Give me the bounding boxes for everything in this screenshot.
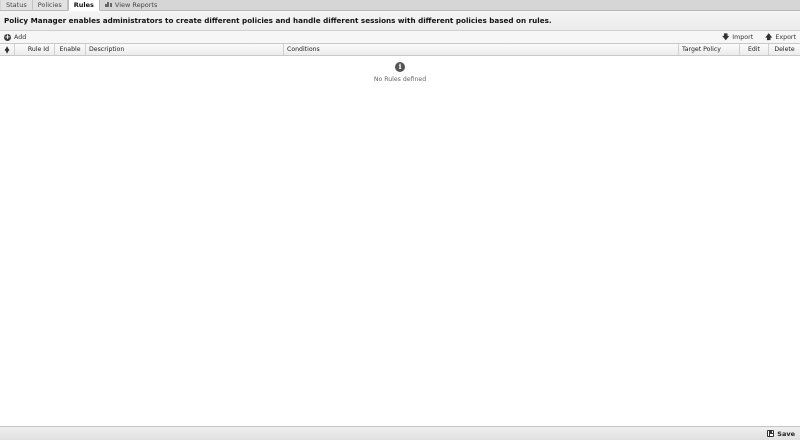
empty-state: i No Rules defined — [0, 62, 800, 83]
tab-status-label: Status — [6, 0, 27, 9]
sort-arrows-icon: ▲ ▼ — [4, 44, 10, 55]
save-button[interactable]: Save — [767, 430, 795, 438]
info-icon: i — [395, 62, 405, 72]
add-circle-icon: + — [4, 32, 11, 41]
floppy-disk-icon — [767, 430, 775, 437]
column-header-label: Rule Id — [27, 46, 49, 53]
column-header-target-policy[interactable]: Target Policy — [679, 44, 740, 55]
column-header-label: Target Policy — [682, 46, 721, 53]
reorder-column-header[interactable]: ▲ ▼ — [0, 44, 15, 55]
column-header-delete[interactable]: Delete — [769, 44, 800, 55]
tab-view-reports[interactable]: View Reports — [100, 0, 162, 10]
grid-toolbar: + Add 🡇 Import 🡅 Export — [0, 31, 800, 43]
tab-rules[interactable]: Rules — [67, 0, 100, 11]
tab-bar: Status Policies Rules View Reports — [0, 0, 800, 11]
tab-view-reports-label: View Reports — [114, 0, 158, 9]
export-button-label: Export — [775, 33, 796, 41]
column-header-label: Enable — [59, 46, 81, 53]
tab-policies[interactable]: Policies — [32, 0, 68, 10]
grid-header: ▲ ▼ Rule Id Enable Description Conditions… — [0, 43, 800, 56]
tab-status[interactable]: Status — [1, 0, 33, 10]
column-header-label: Edit — [748, 46, 760, 53]
column-header-label: Conditions — [287, 46, 320, 53]
column-header-label: Description — [89, 46, 125, 53]
save-button-label: Save — [777, 429, 795, 438]
arrow-up-icon: 🡅 — [765, 32, 773, 41]
tab-policies-label: Policies — [37, 0, 62, 9]
export-button[interactable]: 🡅 Export — [764, 32, 797, 41]
column-header-description[interactable]: Description — [86, 44, 284, 55]
column-header-rule-id[interactable]: Rule Id — [15, 44, 55, 55]
description-text: Policy Manager enables administrators to… — [4, 16, 552, 25]
page-description: Policy Manager enables administrators to… — [0, 11, 800, 31]
import-button-label: Import — [732, 33, 754, 41]
add-button[interactable]: + Add — [3, 32, 27, 41]
column-header-conditions[interactable]: Conditions — [284, 44, 679, 55]
tab-rules-label: Rules — [73, 1, 94, 9]
column-header-enable[interactable]: Enable — [55, 44, 86, 55]
footer-bar: Save — [0, 426, 800, 440]
toolbar-right: 🡇 Import 🡅 Export — [721, 32, 797, 41]
bar-chart-icon — [104, 2, 112, 7]
column-header-label: Delete — [774, 46, 795, 53]
arrow-down-icon: 🡇 — [722, 32, 730, 41]
add-button-label: Add — [14, 33, 27, 41]
grid-body[interactable]: i No Rules defined — [0, 56, 800, 426]
import-button[interactable]: 🡇 Import — [721, 32, 754, 41]
empty-state-message: No Rules defined — [373, 76, 427, 83]
column-header-edit[interactable]: Edit — [740, 44, 769, 55]
